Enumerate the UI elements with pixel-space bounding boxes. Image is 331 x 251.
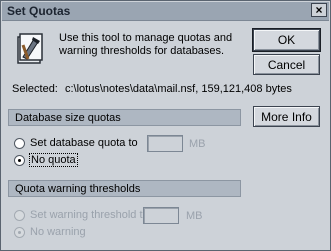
more-info-button[interactable]: More Info bbox=[253, 106, 320, 127]
quota-size-input[interactable] bbox=[147, 135, 183, 152]
warning-unit-label: MB bbox=[186, 210, 203, 222]
database-size-quotas-header: Database size quotas bbox=[8, 109, 241, 126]
title-bar[interactable]: Set Quotas × bbox=[2, 2, 329, 21]
set-quota-radio[interactable] bbox=[14, 138, 25, 149]
section-heading: Database size quotas bbox=[15, 112, 121, 124]
close-button[interactable]: × bbox=[311, 3, 327, 17]
no-quota-radio[interactable] bbox=[14, 155, 25, 166]
no-quota-label: No quota bbox=[29, 153, 78, 167]
set-quotas-dialog: Set Quotas × Use this tool to manage quo… bbox=[0, 0, 331, 251]
selected-database-path: c:\lotus\notes\data\mail.nsf, 159,121,40… bbox=[65, 83, 292, 95]
dialog-title: Set Quotas bbox=[7, 4, 71, 18]
set-warning-radio[interactable] bbox=[14, 210, 25, 221]
set-warning-label: Set warning threshold to bbox=[30, 209, 149, 221]
set-quota-label: Set database quota to bbox=[30, 137, 138, 149]
no-warning-radio[interactable] bbox=[14, 227, 25, 238]
cancel-button[interactable]: Cancel bbox=[253, 54, 320, 75]
no-warning-label: No warning bbox=[30, 226, 86, 238]
selected-label: Selected: bbox=[12, 83, 58, 95]
quota-warning-thresholds-header: Quota warning thresholds bbox=[8, 180, 241, 197]
tool-icon bbox=[17, 33, 43, 64]
warning-threshold-input[interactable] bbox=[143, 207, 179, 224]
quota-unit-label: MB bbox=[189, 138, 206, 150]
ok-button[interactable]: OK bbox=[252, 28, 321, 52]
tool-description: Use this tool to manage quotas and warni… bbox=[59, 32, 233, 57]
section-heading: Quota warning thresholds bbox=[15, 183, 141, 195]
